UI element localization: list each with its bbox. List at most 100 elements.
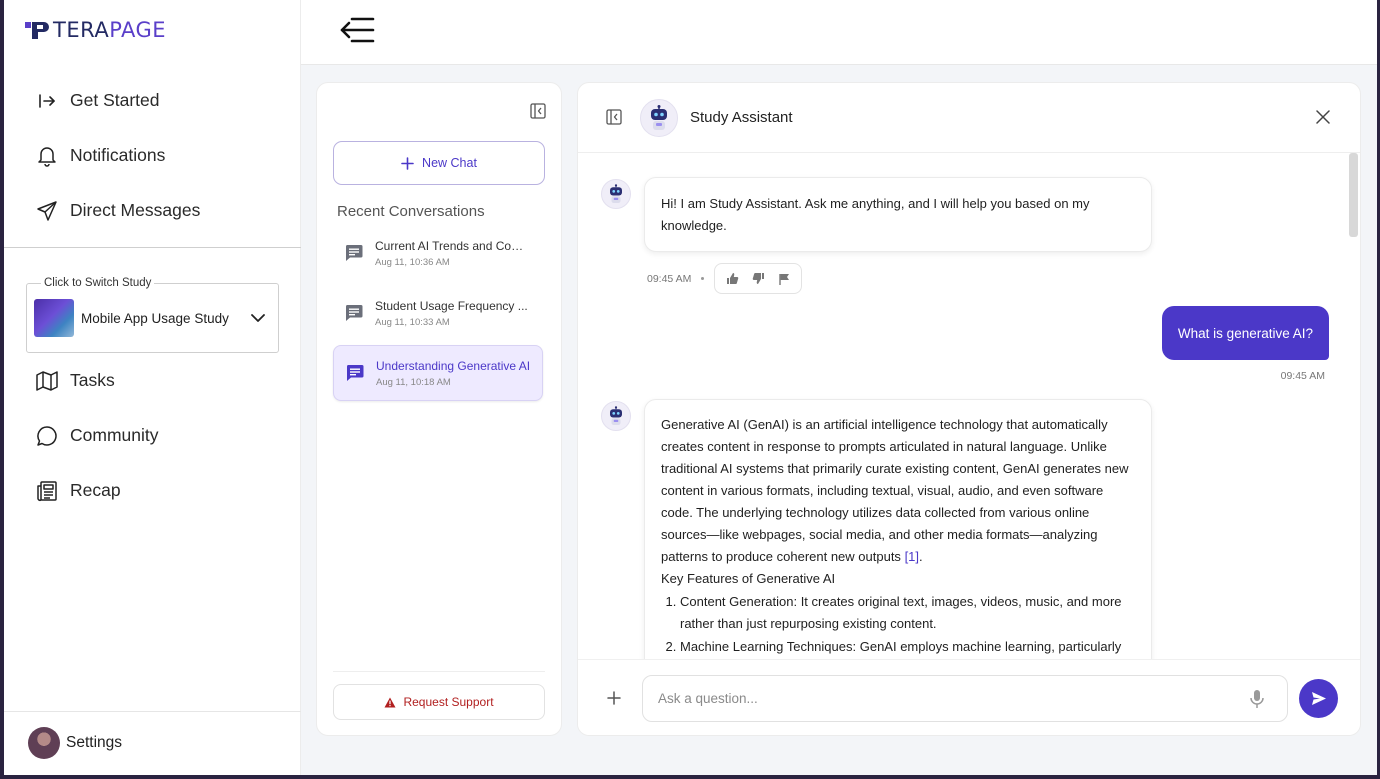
feature-desc: : GenAI employs machine learning, partic…: [852, 639, 1122, 654]
message-icon: [346, 365, 364, 381]
question-input-wrapper: [642, 675, 1288, 722]
message-icon: [345, 245, 363, 261]
top-bar: [301, 0, 1377, 65]
features-heading: Key Features of Generative AI: [661, 571, 836, 586]
plus-icon: [401, 156, 414, 170]
study-switcher-caption: Click to Switch Study: [41, 277, 155, 289]
assistant-message: Generative AI (GenAI) is an artificial i…: [644, 399, 1152, 659]
login-arrow-icon: [36, 90, 58, 112]
send-arrow-icon: [1311, 692, 1326, 705]
sidebar: TERAPAGE Get Started Notifications Direc…: [4, 0, 301, 775]
nav-item-recap[interactable]: Recap: [4, 463, 301, 518]
assistant-avatar: [640, 99, 678, 137]
assistant-avatar: [601, 179, 631, 209]
menu-collapse-icon[interactable]: [339, 15, 375, 45]
settings-button[interactable]: Settings: [28, 727, 122, 759]
answer-paragraph: Generative AI (GenAI) is an artificial i…: [661, 414, 1135, 568]
conversation-date: Aug 11, 10:36 AM: [375, 256, 450, 268]
citation-link[interactable]: [1]: [905, 549, 919, 564]
nav-label: Notifications: [70, 145, 166, 165]
panel-collapse-icon[interactable]: [530, 103, 548, 121]
thumbs-down-icon[interactable]: [747, 268, 769, 290]
feature-term: Content Generation: [680, 594, 794, 609]
map-icon: [36, 370, 58, 392]
nav-item-community[interactable]: Community: [4, 408, 301, 463]
settings-label: Settings: [66, 734, 123, 751]
chevron-down-icon: [246, 313, 270, 323]
attach-plus-icon[interactable]: [606, 690, 626, 710]
nav-label: Community: [70, 425, 159, 445]
nav-label: Direct Messages: [70, 200, 201, 220]
message-text: What is generative AI?: [1177, 325, 1313, 341]
main-content: New Chat Recent Conversations Current AI…: [301, 65, 1377, 775]
features-list: Content Generation: It creates original …: [661, 591, 1135, 658]
warning-icon: [384, 697, 396, 707]
send-button[interactable]: [1299, 679, 1338, 718]
study-switcher[interactable]: Mobile App Usage Study: [26, 283, 279, 353]
bell-icon: [36, 145, 58, 167]
message-list[interactable]: Hi! I am Study Assistant. Ask me anythin…: [578, 153, 1360, 659]
settings-divider: [4, 711, 301, 712]
brand-name-part2: PAGE: [109, 18, 167, 42]
robot-icon: [651, 105, 667, 130]
answer-end-punct: .: [919, 549, 923, 564]
assistant-avatar: [601, 401, 631, 431]
assistant-message: Hi! I am Study Assistant. Ask me anythin…: [644, 177, 1152, 252]
robot-icon: [610, 184, 622, 203]
chat-title: Study Assistant: [690, 109, 793, 126]
robot-icon: [610, 406, 622, 425]
sidebar-divider: [4, 247, 301, 248]
chat-header: Study Assistant: [578, 83, 1360, 153]
message-time: 09:45 AM: [647, 272, 692, 285]
primary-nav: Get Started Notifications Direct Message…: [4, 73, 301, 238]
nav-label: Get Started: [70, 90, 160, 110]
new-chat-label: New Chat: [422, 156, 477, 170]
message-time: 09:45 AM: [1280, 370, 1325, 382]
conversation-item[interactable]: Current AI Trends and Com... Aug 11, 10:…: [333, 225, 543, 281]
user-message: What is generative AI?: [1161, 306, 1329, 360]
conversation-date: Aug 11, 10:33 AM: [375, 316, 450, 328]
recent-conversations-title: Recent Conversations: [337, 203, 485, 220]
panel-divider: [333, 671, 545, 672]
separator-dot: [701, 277, 705, 280]
microphone-icon[interactable]: [1249, 689, 1269, 709]
list-item: Machine Learning Techniques: GenAI emplo…: [680, 636, 1135, 658]
message-meta: 09:45 AM: [647, 263, 803, 294]
brand-name: TERAPAGE: [53, 18, 166, 42]
conversations-panel: New Chat Recent Conversations Current AI…: [316, 82, 562, 736]
conversation-item-active[interactable]: Understanding Generative AI Aug 11, 10:1…: [333, 345, 543, 401]
answer-text: Generative AI (GenAI) is an artificial i…: [661, 417, 1129, 564]
conversation-title: Student Usage Frequency ...: [375, 298, 528, 313]
secondary-nav: Tasks Community Recap: [4, 353, 301, 518]
terapage-logo-icon: [25, 22, 49, 39]
list-item: Content Generation: It creates original …: [680, 591, 1135, 635]
feature-term: Machine Learning Techniques: [680, 639, 853, 654]
app-window: TERAPAGE Get Started Notifications Direc…: [4, 0, 1377, 775]
scrollbar-thumb[interactable]: [1349, 153, 1358, 237]
flag-icon[interactable]: [773, 268, 795, 290]
new-chat-button[interactable]: New Chat: [333, 141, 545, 185]
conversation-list: Current AI Trends and Com... Aug 11, 10:…: [333, 225, 543, 405]
conversation-title: Understanding Generative AI: [376, 358, 531, 373]
conversation-title: Current AI Trends and Com...: [375, 238, 530, 253]
thumbs-up-icon[interactable]: [721, 268, 743, 290]
conversation-item[interactable]: Student Usage Frequency ... Aug 11, 10:3…: [333, 285, 543, 341]
nav-label: Recap: [70, 480, 121, 500]
brand-name-part1: TERA: [53, 18, 110, 42]
avatar: [28, 727, 60, 759]
conversation-date: Aug 11, 10:18 AM: [376, 376, 451, 388]
nav-item-notifications[interactable]: Notifications: [4, 128, 301, 183]
nav-item-direct-messages[interactable]: Direct Messages: [4, 183, 301, 238]
request-support-button[interactable]: Request Support: [333, 684, 545, 720]
panel-collapse-icon[interactable]: [606, 109, 624, 127]
close-icon[interactable]: [1316, 110, 1332, 126]
chat-panel: Study Assistant Hi! I am Study Assistant…: [577, 82, 1361, 736]
question-input[interactable]: [643, 676, 1233, 721]
send-icon: [36, 200, 58, 222]
nav-item-tasks[interactable]: Tasks: [4, 353, 301, 408]
study-thumbnail: [34, 299, 74, 337]
nav-item-get-started[interactable]: Get Started: [4, 73, 301, 128]
message-text: Hi! I am Study Assistant. Ask me anythin…: [661, 196, 1090, 233]
brand-logo[interactable]: TERAPAGE: [25, 18, 166, 42]
chat-bubble-icon: [36, 425, 58, 447]
